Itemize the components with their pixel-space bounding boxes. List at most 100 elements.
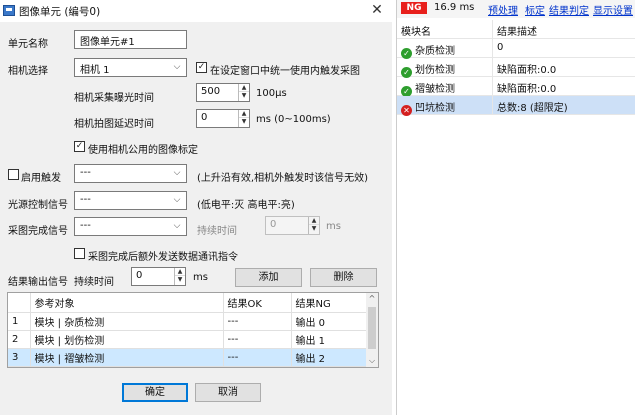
row-ok[interactable]: --- bbox=[223, 348, 292, 367]
internal-trigger-checkbox[interactable]: ✓ bbox=[196, 62, 207, 73]
link-result-judge[interactable]: 结果判定 bbox=[549, 2, 589, 17]
spin-down-icon[interactable]: ▼ bbox=[239, 92, 249, 100]
light-control-select[interactable]: --- ⌵ bbox=[74, 191, 187, 210]
row-ref[interactable]: 模块 | 划伤检测 bbox=[30, 330, 224, 349]
exposure-value: 500 bbox=[201, 86, 221, 97]
list-item[interactable]: ✓ 杂质检测 0 bbox=[397, 39, 635, 59]
table-row[interactable]: 1 模块 | 杂质检测 --- 输出 0 bbox=[8, 312, 369, 331]
enable-trigger-label: 启用触发 bbox=[21, 173, 61, 184]
enable-trigger-checkbox[interactable] bbox=[8, 169, 19, 180]
exposure-stepper[interactable]: 500 ▲ ▼ bbox=[196, 83, 250, 102]
spin-up-icon[interactable]: ▲ bbox=[309, 217, 319, 225]
exposure-label: 相机采集曝光时间 bbox=[74, 93, 154, 104]
chevron-down-icon: ⌵ bbox=[173, 168, 181, 178]
module-cell: ✓ 划伤检测 bbox=[401, 61, 455, 78]
result-desc: 0 bbox=[497, 42, 504, 53]
module-name: 杂质检测 bbox=[415, 46, 455, 57]
module-cell: ✓ 杂质检测 bbox=[401, 42, 455, 59]
list-item[interactable]: ✓ 划伤检测 缺陷面积:0.0 bbox=[397, 58, 635, 78]
spin-up-icon[interactable]: ▲ bbox=[175, 268, 185, 276]
list-item[interactable]: ✓ 褶皱检测 缺陷面积:0.0 bbox=[397, 77, 635, 97]
column-divider bbox=[492, 39, 493, 58]
col-module-name[interactable]: 模块名 bbox=[401, 23, 431, 38]
extra-send-checkbox[interactable] bbox=[74, 248, 85, 259]
module-cell: ✓ 褶皱检测 bbox=[401, 80, 455, 97]
unit-name-input[interactable]: 图像单元#1 bbox=[74, 30, 187, 49]
result-desc: 总数:8 (超限定) bbox=[497, 103, 568, 114]
row-ng[interactable]: 输出 0 bbox=[291, 312, 369, 331]
camera-select-label: 相机选择 bbox=[8, 66, 48, 77]
spin-down-icon[interactable]: ▼ bbox=[309, 225, 319, 233]
ng-status-badge: NG bbox=[401, 2, 427, 14]
grid-header: 参考对象 结果OK 结果NG bbox=[8, 293, 369, 313]
scroll-thumb[interactable] bbox=[368, 307, 376, 349]
spin-down-icon[interactable]: ▼ bbox=[175, 276, 185, 284]
row-ng[interactable]: 输出 1 bbox=[291, 330, 369, 349]
hold-time-unit: ms bbox=[326, 221, 341, 232]
table-row[interactable]: 2 模块 | 划伤检测 --- 输出 1 bbox=[8, 330, 369, 349]
grid-scrollbar[interactable]: ^ ⌵ bbox=[366, 293, 378, 367]
hold-time-value: 0 bbox=[270, 219, 277, 230]
row-ok[interactable]: --- bbox=[223, 312, 292, 331]
column-divider bbox=[492, 77, 493, 96]
scroll-down-icon[interactable]: ⌵ bbox=[366, 355, 378, 367]
hold-spin-buttons[interactable]: ▲ ▼ bbox=[308, 217, 319, 234]
ng-cross-icon: ✕ bbox=[401, 105, 412, 116]
row-ok[interactable]: --- bbox=[223, 330, 292, 349]
spin-down-icon[interactable]: ▼ bbox=[239, 118, 249, 126]
spin-up-icon[interactable]: ▲ bbox=[239, 110, 249, 118]
delete-button[interactable]: 删除 bbox=[310, 268, 377, 287]
extra-send-label: 采图完成后额外发送数据通讯指令 bbox=[88, 252, 238, 263]
link-display-settings[interactable]: 显示设置 bbox=[593, 2, 633, 17]
list-item-selected[interactable]: ✕ 凹坑检测 总数:8 (超限定) bbox=[397, 96, 635, 116]
trigger-hint: (上升沿有效,相机外触发时该信号无效) bbox=[197, 173, 368, 184]
cancel-button[interactable]: 取消 bbox=[195, 383, 261, 402]
hold-time-stepper[interactable]: 0 ▲ ▼ bbox=[265, 216, 320, 235]
output-spin-buttons[interactable]: ▲ ▼ bbox=[174, 268, 185, 285]
column-divider bbox=[492, 20, 493, 39]
spin-up-icon[interactable]: ▲ bbox=[239, 84, 249, 92]
row-index: 1 bbox=[8, 312, 31, 331]
exposure-spin-buttons[interactable]: ▲ ▼ bbox=[238, 84, 249, 101]
row-index: 3 bbox=[8, 348, 31, 367]
grid-header-ok[interactable]: 结果OK bbox=[223, 293, 292, 313]
light-control-label: 光源控制信号 bbox=[8, 200, 68, 211]
add-button[interactable]: 添加 bbox=[235, 268, 302, 287]
col-result-desc[interactable]: 结果描述 bbox=[497, 23, 537, 38]
output-hold-stepper[interactable]: 0 ▲ ▼ bbox=[131, 267, 186, 286]
trigger-select-value: --- bbox=[80, 167, 91, 178]
link-preprocess[interactable]: 预处理 bbox=[488, 2, 518, 17]
row-ng[interactable]: 输出 2 bbox=[291, 348, 369, 367]
result-desc: 缺陷面积:0.0 bbox=[497, 84, 557, 95]
output-hold-label: 持续时间 bbox=[74, 277, 114, 288]
delay-spin-buttons[interactable]: ▲ ▼ bbox=[238, 110, 249, 127]
delay-label: 相机拍图延迟时间 bbox=[74, 119, 154, 130]
result-table-header: 模块名 结果描述 bbox=[397, 20, 635, 39]
output-hold-unit: ms bbox=[193, 272, 208, 283]
scroll-up-icon[interactable]: ^ bbox=[366, 293, 378, 305]
light-control-hint: (低电平:灭 高电平:亮) bbox=[197, 200, 295, 211]
grid-header-ng[interactable]: 结果NG bbox=[291, 293, 369, 313]
row-ref[interactable]: 模块 | 杂质检测 bbox=[30, 312, 224, 331]
trigger-select[interactable]: --- ⌵ bbox=[74, 164, 187, 183]
result-desc: 缺陷面积:0.0 bbox=[497, 65, 557, 76]
module-name: 划伤检测 bbox=[415, 65, 455, 76]
row-ref[interactable]: 模块 | 褶皱检测 bbox=[30, 348, 224, 367]
internal-trigger-label: 在设定窗口中统一使用内触发采图 bbox=[210, 66, 360, 77]
unit-name-label: 单元名称 bbox=[8, 39, 48, 50]
delay-value: 0 bbox=[201, 112, 208, 123]
acquisition-done-select[interactable]: --- ⌵ bbox=[74, 217, 187, 236]
delay-stepper[interactable]: 0 ▲ ▼ bbox=[196, 109, 250, 128]
link-calibration[interactable]: 标定 bbox=[525, 2, 545, 17]
camera-select[interactable]: 相机 1 ⌵ bbox=[74, 58, 187, 77]
ok-button[interactable]: 确定 bbox=[122, 383, 188, 402]
delay-unit: ms (0~100ms) bbox=[256, 114, 331, 125]
chevron-down-icon: ⌵ bbox=[173, 221, 181, 231]
module-name: 褶皱检测 bbox=[415, 84, 455, 95]
close-icon[interactable]: ✕ bbox=[368, 1, 386, 19]
chevron-down-icon: ⌵ bbox=[173, 195, 181, 205]
module-cell: ✕ 凹坑检测 bbox=[401, 99, 455, 116]
public-calibration-checkbox[interactable]: ✓ bbox=[74, 141, 85, 152]
table-row-selected[interactable]: 3 模块 | 褶皱检测 --- 输出 2 bbox=[8, 348, 369, 367]
grid-header-ref[interactable]: 参考对象 bbox=[30, 293, 224, 313]
